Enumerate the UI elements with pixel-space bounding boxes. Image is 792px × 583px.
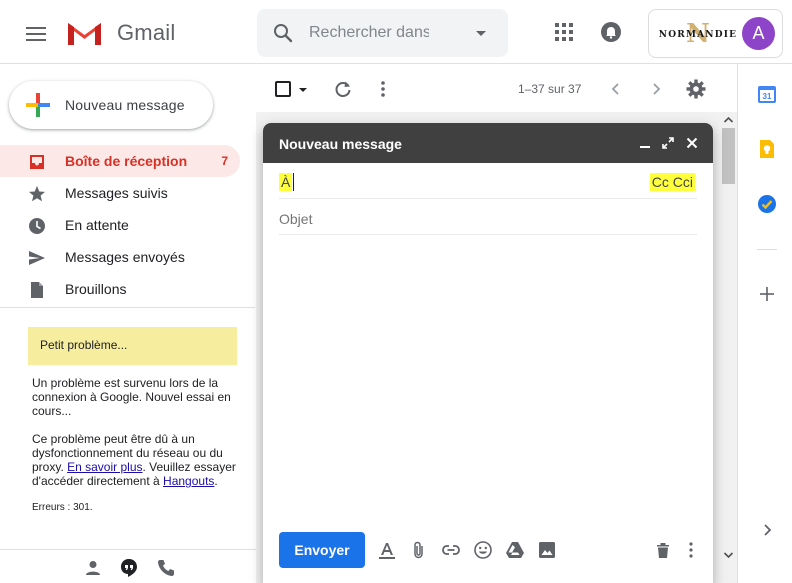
svg-text:NORMANDIE: NORMANDIE xyxy=(659,30,737,40)
fullscreen-icon[interactable] xyxy=(662,137,674,149)
side-panel-divider xyxy=(757,249,777,250)
expand-panel-icon[interactable] xyxy=(757,520,777,540)
error-code: Erreurs : 301. xyxy=(32,502,93,513)
gmail-m-icon xyxy=(68,23,101,45)
select-all-checkbox[interactable] xyxy=(275,81,291,97)
main-menu-button[interactable] xyxy=(16,14,56,54)
text-format-icon[interactable] xyxy=(377,540,397,560)
hangouts-link[interactable]: Hangouts xyxy=(163,474,214,488)
sidebar-divider xyxy=(0,307,255,308)
subject-row xyxy=(279,203,697,235)
compose-header[interactable]: Nouveau message xyxy=(263,123,713,163)
user-avatar[interactable]: A xyxy=(742,17,775,50)
bell-icon xyxy=(601,22,621,42)
search-input[interactable] xyxy=(309,19,429,47)
calendar-icon[interactable]: 31 xyxy=(757,84,777,104)
caret-down-icon xyxy=(476,30,486,36)
star-icon xyxy=(29,186,45,202)
google-drive-icon[interactable] xyxy=(505,540,525,560)
emoji-icon[interactable] xyxy=(473,540,493,560)
insert-link-icon[interactable] xyxy=(441,540,461,560)
hangouts-icon[interactable] xyxy=(119,558,139,578)
scroll-down-icon[interactable] xyxy=(721,549,736,561)
refresh-icon[interactable] xyxy=(334,80,352,98)
sidebar-item-label: Brouillons xyxy=(65,281,127,297)
sidebar-item-starred[interactable]: Messages suivis xyxy=(0,177,240,209)
error-paragraph-network: Ce problème peut être dû à un dysfonctio… xyxy=(32,432,236,488)
error-paragraph-connection: Un problème est survenu lors de la conne… xyxy=(32,376,231,418)
sidebar-item-label: En attente xyxy=(65,217,129,233)
compose-title: Nouveau message xyxy=(279,136,402,152)
sidebar-item-inbox[interactable]: Boîte de réception 7 xyxy=(0,145,240,177)
cc-bcc-link[interactable]: Cc Cci xyxy=(649,173,695,191)
gmail-logo[interactable]: Gmail xyxy=(66,18,175,48)
pagination-label: 1–37 sur 37 xyxy=(518,82,582,96)
unread-count-badge: 7 xyxy=(221,154,228,168)
to-label: À xyxy=(279,173,293,191)
gmail-wordmark: Gmail xyxy=(117,20,176,45)
account-switcher[interactable]: N NORMANDIE A xyxy=(648,9,783,58)
close-icon[interactable] xyxy=(686,137,698,149)
phone-icon[interactable] xyxy=(156,558,176,578)
gear-icon[interactable] xyxy=(686,79,706,99)
recipients-field[interactable]: À Cc Cci xyxy=(279,169,697,199)
learn-more-link[interactable]: En savoir plus xyxy=(67,460,142,474)
minimize-icon[interactable] xyxy=(639,137,651,149)
colorful-plus-icon xyxy=(26,93,50,117)
apps-grid-icon xyxy=(555,23,573,41)
compose-dialog: Nouveau message À Cc Cci Envoyer xyxy=(263,123,713,583)
search-options-button[interactable] xyxy=(469,21,493,45)
more-options-icon[interactable] xyxy=(681,540,701,560)
hangouts-bottom-bar xyxy=(0,549,256,583)
inbox-icon xyxy=(30,155,44,169)
compose-button-label: Nouveau message xyxy=(65,97,185,113)
search-icon[interactable] xyxy=(271,21,295,45)
insert-photo-icon[interactable] xyxy=(537,540,557,560)
add-addon-icon[interactable] xyxy=(757,284,777,304)
hangouts-error-title: Petit problème... xyxy=(28,327,237,365)
hamburger-menu-icon xyxy=(26,27,46,41)
attach-file-icon[interactable] xyxy=(409,540,429,560)
error-text: . xyxy=(214,474,218,488)
delete-draft-icon[interactable] xyxy=(653,540,673,560)
google-apps-button[interactable] xyxy=(552,20,576,44)
scrollbar-thumb[interactable] xyxy=(722,128,735,184)
sidebar-item-drafts[interactable]: Brouillons xyxy=(0,273,240,305)
send-button[interactable]: Envoyer xyxy=(279,532,365,568)
clock-icon xyxy=(29,218,45,234)
search-bar[interactable] xyxy=(257,9,508,57)
sidebar-item-label: Boîte de réception xyxy=(65,153,188,169)
more-vert-icon[interactable] xyxy=(375,80,391,98)
contacts-icon[interactable] xyxy=(83,558,103,578)
send-icon xyxy=(29,251,45,265)
notifications-button[interactable] xyxy=(600,21,624,45)
scroll-up-icon[interactable] xyxy=(721,114,736,126)
svg-text:31: 31 xyxy=(763,92,772,101)
text-cursor xyxy=(293,173,294,191)
hangouts-error-message: Un problème est survenu lors de la conne… xyxy=(32,376,236,502)
chevron-right-icon[interactable] xyxy=(648,81,664,97)
subject-input[interactable] xyxy=(279,209,679,229)
chevron-left-icon[interactable] xyxy=(608,81,624,97)
draft-icon xyxy=(31,282,43,298)
compose-button[interactable]: Nouveau message xyxy=(9,81,213,129)
sidebar-item-sent[interactable]: Messages envoyés xyxy=(0,241,240,273)
sidebar-item-snoozed[interactable]: En attente xyxy=(0,209,240,241)
tasks-icon[interactable] xyxy=(757,194,777,214)
keep-icon[interactable] xyxy=(757,139,777,159)
select-dropdown-icon[interactable] xyxy=(296,83,310,97)
sidebar-item-label: Messages suivis xyxy=(65,185,168,201)
sidebar-item-label: Messages envoyés xyxy=(65,249,185,265)
organization-logo: N NORMANDIE xyxy=(659,21,737,47)
